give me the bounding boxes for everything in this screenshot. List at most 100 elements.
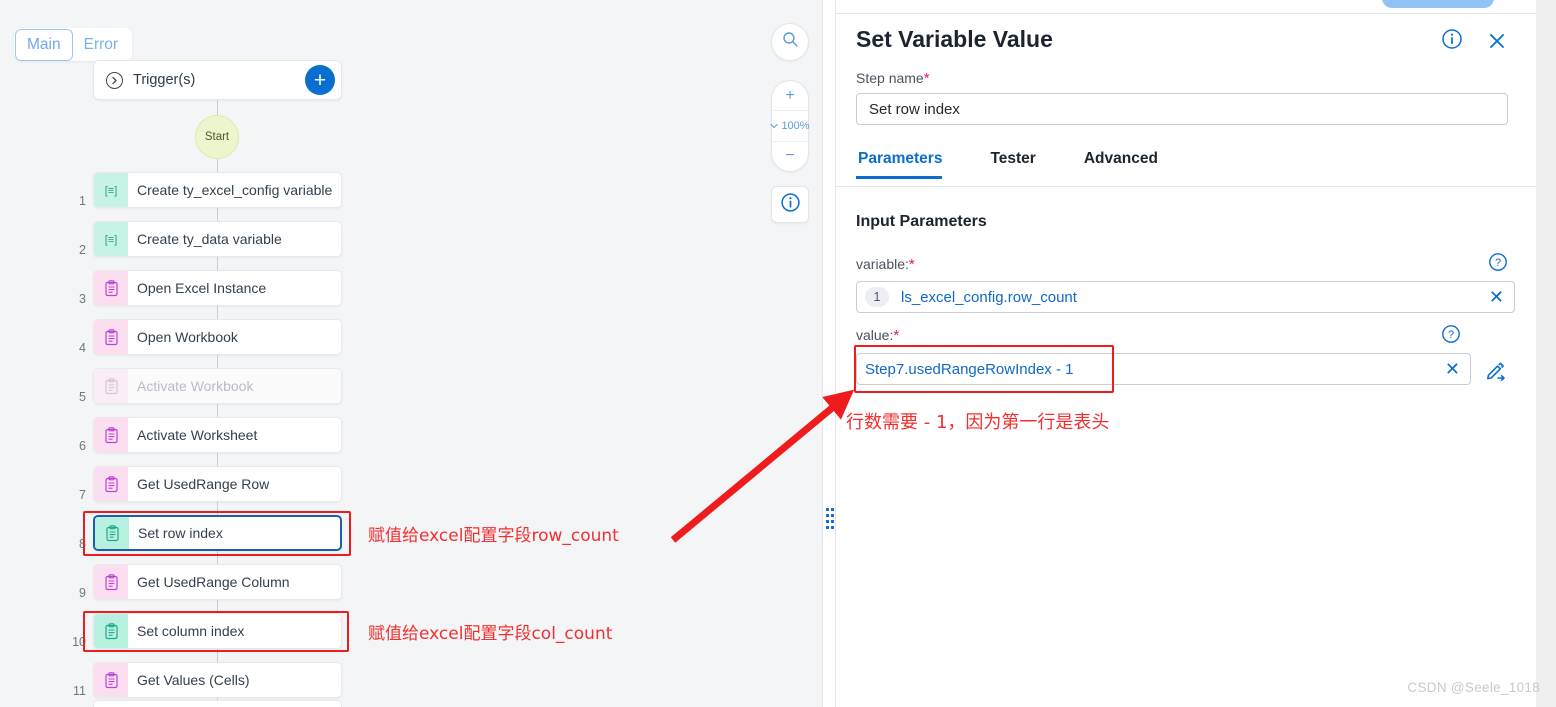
step-card[interactable]: Get UsedRange Column: [93, 564, 342, 600]
value-clear-button[interactable]: ✕: [1445, 360, 1460, 378]
step-name-value: Set row index: [869, 100, 960, 118]
step-label: Activate Workbook: [137, 378, 254, 394]
start-node[interactable]: Start: [195, 115, 239, 159]
panel-tabs-divider: [836, 186, 1536, 187]
required-marker: *: [923, 70, 930, 87]
panel-resize-handle[interactable]: [826, 508, 834, 532]
variable-icon: [≡]: [94, 173, 128, 207]
annotation-col-count: 赋值给excel配置字段col_count: [368, 624, 613, 644]
tab-parameters[interactable]: Parameters: [856, 150, 960, 179]
step-row: 9 Get UsedRange Column: [0, 564, 400, 600]
highlight-box-value-field: [854, 345, 1114, 393]
trigger-card[interactable]: Trigger(s) +: [93, 60, 342, 100]
step-number: 2: [79, 243, 86, 257]
zoom-in-button[interactable]: +: [772, 81, 808, 110]
panel-scrollbar[interactable]: [1536, 0, 1556, 707]
step-number: 3: [79, 292, 86, 306]
required-marker: *: [908, 256, 915, 273]
step-number: 1: [79, 194, 86, 208]
input-parameters-title: Input Parameters: [856, 213, 987, 230]
panel-info-button[interactable]: [1441, 28, 1463, 50]
svg-text:?: ?: [1495, 257, 1501, 269]
step-row: 1 [≡] Create ty_excel_config variable: [0, 172, 400, 208]
variable-icon: [≡]: [94, 222, 128, 256]
step-card[interactable]: Get UsedRange Row: [93, 466, 342, 502]
clipboard-icon: [94, 565, 128, 599]
step-row: 7 Get UsedRange Row: [0, 466, 400, 502]
add-trigger-button[interactable]: +: [305, 65, 335, 95]
zoom-level-label: 100%: [781, 119, 810, 132]
connector-line: [217, 404, 218, 418]
workflow-canvas[interactable]: Main Error Trigger(s) + Start 1 [≡] Crea…: [0, 0, 822, 707]
zoom-level-button[interactable]: 100%: [770, 110, 810, 142]
step-card[interactable]: [≡] Create ty_data variable: [93, 221, 342, 257]
connector-line: [217, 208, 218, 222]
chevron-down-icon: [770, 120, 778, 132]
svg-text:[≡]: [≡]: [105, 234, 118, 246]
variable-help-button[interactable]: ?: [1488, 252, 1508, 272]
variable-clear-button[interactable]: ✕: [1489, 288, 1504, 306]
pencil-edit-icon: [1487, 362, 1505, 381]
step-name-label-text: Step name: [856, 70, 924, 86]
canvas-info-button[interactable]: [771, 186, 809, 223]
step-number: 6: [79, 439, 86, 453]
step-label: Open Workbook: [137, 329, 238, 345]
step-card[interactable]: Activate Worksheet: [93, 417, 342, 453]
step-number: 11: [73, 684, 86, 698]
step-label: Get UsedRange Column: [137, 574, 290, 590]
toolbar-button-partial[interactable]: [1382, 0, 1494, 8]
tab-error[interactable]: Error: [73, 30, 129, 60]
highlight-box-set-row-index: [83, 511, 351, 556]
panel-close-button[interactable]: [1486, 28, 1508, 50]
step-label: Create ty_data variable: [137, 231, 282, 247]
step-label: Get UsedRange Row: [137, 476, 270, 492]
connector-line: [217, 100, 218, 116]
step-number: 5: [79, 390, 86, 404]
connector-line: [217, 453, 218, 467]
variable-input[interactable]: 1 ls_excel_config.row_count ✕: [856, 281, 1515, 313]
clipboard-icon: [94, 369, 128, 403]
panel-divider: [822, 0, 836, 707]
step-label: Create ty_excel_config variable: [137, 182, 333, 198]
step-card[interactable]: Open Excel Instance: [93, 270, 342, 306]
tab-tester[interactable]: Tester: [988, 150, 1053, 179]
canvas-tabbar: Main Error: [14, 28, 133, 61]
step-card[interactable]: Activate Workbook: [93, 368, 342, 404]
step-row: 2 [≡] Create ty_data variable: [0, 221, 400, 257]
step-number: 9: [79, 586, 86, 600]
tab-advanced[interactable]: Advanced: [1082, 150, 1176, 179]
close-icon: [1487, 26, 1507, 52]
app-root: Main Error Trigger(s) + Start 1 [≡] Crea…: [0, 0, 1556, 707]
step-label: Activate Worksheet: [137, 427, 258, 443]
annotation-row-count: 赋值给excel配置字段row_count: [368, 526, 619, 546]
step-card[interactable]: [≡] Create ty_excel_config variable: [93, 172, 342, 208]
value-edit-button[interactable]: [1484, 358, 1508, 382]
step-label: Get Values (Cells): [137, 672, 250, 688]
start-node-label: Start: [204, 131, 230, 143]
step-row: 6 Activate Worksheet: [0, 417, 400, 453]
help-icon: ?: [1489, 253, 1507, 271]
watermark: CSDN @Seele_1018: [1407, 680, 1540, 695]
panel-top-bar: [836, 0, 1536, 14]
canvas-top-strip: [0, 0, 822, 22]
step-row: 4 Open Workbook: [0, 319, 400, 355]
step-row: 5 Activate Workbook: [0, 368, 400, 404]
zoom-out-button[interactable]: −: [772, 142, 808, 171]
svg-text:?: ?: [1448, 329, 1454, 341]
step-number: 7: [79, 488, 86, 502]
step-card[interactable]: Get Values (Cells): [93, 662, 342, 698]
value-help-button[interactable]: ?: [1441, 324, 1461, 344]
clipboard-icon: [94, 320, 128, 354]
canvas-search-button[interactable]: [771, 23, 809, 61]
svg-text:[≡]: [≡]: [105, 185, 118, 197]
step-properties-panel: Set Variable Value Step name* Set row in…: [836, 0, 1556, 707]
variable-label-text: variable:: [856, 256, 909, 272]
next-step-card-partial[interactable]: [93, 700, 342, 707]
trigger-label: Trigger(s): [133, 72, 196, 88]
variable-value: ls_excel_config.row_count: [901, 288, 1077, 306]
zoom-controls: + 100% −: [770, 80, 810, 172]
step-name-input[interactable]: Set row index: [856, 93, 1508, 125]
step-card[interactable]: Open Workbook: [93, 319, 342, 355]
tab-main[interactable]: Main: [15, 28, 73, 61]
clipboard-icon: [94, 271, 128, 305]
